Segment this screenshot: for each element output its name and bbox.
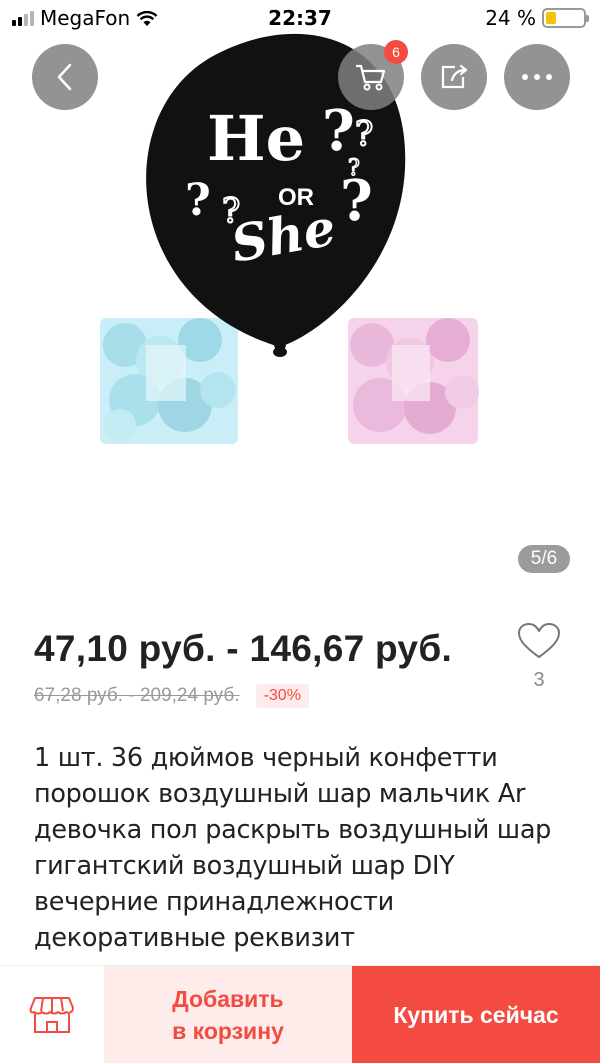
discount-badge: -30% <box>255 684 309 708</box>
cart-count-badge: 6 <box>384 40 408 64</box>
add-to-cart-label-line2: в корзину <box>172 1018 284 1044</box>
chevron-left-icon <box>57 63 72 91</box>
share-button[interactable] <box>421 44 487 110</box>
wishlist-count: 3 <box>533 669 545 691</box>
product-image-gallery[interactable]: He ? ? ? ? ? OR ? She 6 5/6 <box>0 0 600 590</box>
heart-icon <box>518 623 560 658</box>
old-price-row: 67,28 руб. - 209,24 руб. -30% <box>34 684 309 708</box>
svg-text:?: ? <box>340 168 373 234</box>
product-title: 1 шт. 36 дюймов черный конфетти порошок … <box>34 743 552 953</box>
back-button[interactable] <box>32 44 98 110</box>
add-to-cart-button[interactable]: Добавить в корзину <box>104 966 352 1063</box>
buy-now-button[interactable]: Купить сейчас <box>352 966 600 1063</box>
price-range: 47,10 руб. - 146,67 руб. <box>34 628 453 669</box>
share-icon <box>441 64 468 89</box>
old-price: 67,28 руб. - 209,24 руб. <box>34 685 240 706</box>
store-button[interactable] <box>0 966 104 1063</box>
status-bar: MegaFon 22:37 24 % <box>0 0 600 38</box>
svg-text:?: ? <box>322 98 355 164</box>
image-page-indicator: 5/6 <box>518 545 570 573</box>
more-dots-icon <box>522 74 552 80</box>
battery-icon <box>542 8 589 28</box>
cart-icon <box>356 64 386 91</box>
balloon-he-text: He <box>207 102 305 175</box>
battery-info: 24 % <box>485 6 589 30</box>
pink-confetti-bag <box>348 318 479 444</box>
store-icon <box>29 997 74 1033</box>
wishlist-button[interactable]: 3 <box>516 622 562 692</box>
blue-confetti-bag <box>100 318 238 444</box>
svg-text:?: ? <box>185 175 211 226</box>
add-to-cart-label-line1: Добавить <box>172 986 284 1012</box>
battery-percent: 24 % <box>485 6 536 30</box>
more-options-button[interactable] <box>504 44 570 110</box>
svg-text:?: ? <box>355 114 373 154</box>
cart-button[interactable]: 6 <box>338 40 408 110</box>
bottom-action-bar: Добавить в корзину Купить сейчас <box>0 965 600 1063</box>
